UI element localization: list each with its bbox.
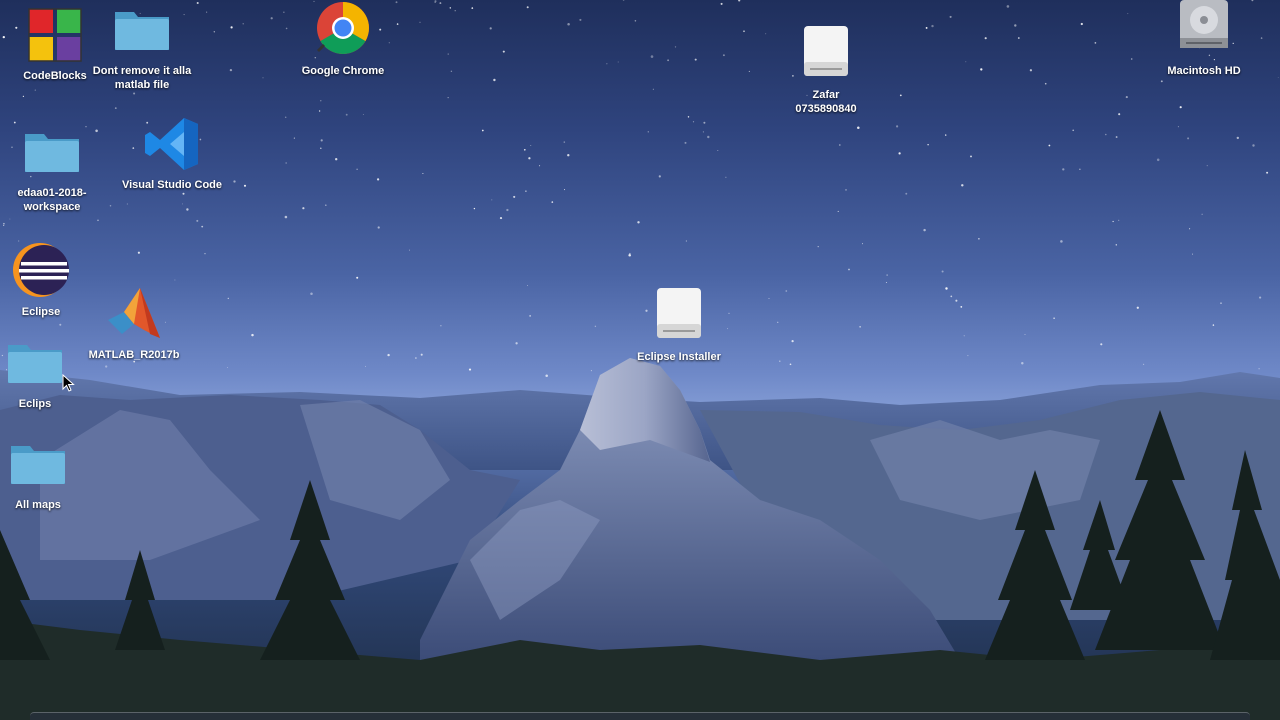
icon-label: Zafar 0735890840: [795, 89, 857, 115]
icon-label: Visual Studio Code: [121, 179, 223, 191]
desktop: CodeBlocks Dont remove it alla matlab fi…: [0, 0, 1280, 720]
eclipse-icon: [13, 243, 69, 297]
chrome-icon: [317, 2, 369, 54]
icon-label: edaa01-2018- workspace: [17, 187, 87, 213]
mouse-cursor-icon: [62, 374, 75, 392]
desktop-icon-dont-remove-folder[interactable]: Dont remove it alla matlab file: [87, 0, 197, 92]
desktop-icon-matlab[interactable]: MATLAB_R2017b: [79, 284, 189, 362]
icon-label: MATLAB_R2017b: [88, 349, 180, 361]
icon-label: Dont remove it alla matlab file: [92, 65, 192, 91]
codeblocks-icon: [28, 8, 82, 62]
icon-label: Eclips: [18, 398, 52, 410]
icon-label: Macintosh HD: [1167, 65, 1241, 77]
vscode-icon: [145, 118, 198, 170]
drive-icon: [657, 288, 701, 338]
desktop-icon-google-chrome[interactable]: Google Chrome: [288, 0, 398, 78]
desktop-icon-macintosh-hd[interactable]: Macintosh HD: [1149, 0, 1259, 78]
icon-label: Google Chrome: [301, 65, 385, 77]
desktop-icon-eclipse-installer[interactable]: Eclipse Installer: [624, 286, 734, 364]
icon-label: Eclipse Installer: [637, 351, 721, 363]
matlab-icon: [108, 288, 160, 338]
desktop-icon-edaa01-workspace-folder[interactable]: edaa01-2018- workspace: [0, 122, 107, 214]
folder-icon: [115, 12, 169, 50]
folder-icon: [11, 446, 65, 484]
drive-icon: [804, 26, 848, 76]
desktop-icon-eclips-folder[interactable]: Eclips: [0, 333, 90, 411]
dock[interactable]: [30, 712, 1250, 720]
icon-label: All maps: [15, 499, 61, 511]
desktop-icon-visual-studio-code[interactable]: Visual Studio Code: [117, 114, 227, 192]
folder-icon: [8, 345, 62, 383]
hard-disk-icon: [1180, 0, 1228, 48]
desktop-icon-all-maps-folder[interactable]: All maps: [0, 434, 93, 512]
desktop-icon-zafar-drive[interactable]: Zafar 0735890840: [771, 24, 881, 116]
folder-icon: [25, 134, 79, 172]
